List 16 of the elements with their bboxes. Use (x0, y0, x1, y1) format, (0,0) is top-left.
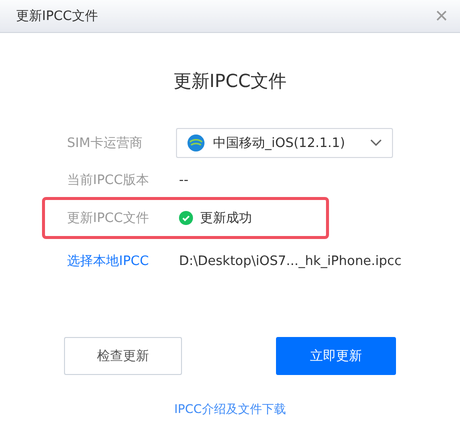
field-label: 更新IPCC文件 (67, 210, 150, 227)
status-text: 更新成功 (200, 210, 252, 227)
carrier-logo-icon (187, 134, 205, 152)
dialog-heading: 更新IPCC文件 (172, 70, 288, 93)
field-label: 当前IPCC版本 (67, 172, 150, 189)
choose-file-link[interactable]: 选择本地IPCC (67, 252, 179, 270)
window-title: 更新IPCC文件 (16, 8, 98, 25)
download-link[interactable]: IPCC介绍及文件下载 (174, 401, 286, 418)
carrier-select[interactable]: 中国移动_iOS(12.1.1) (176, 128, 393, 158)
update-now-button[interactable]: 立即更新 (276, 337, 396, 375)
field-label: SIM卡运营商 (67, 135, 144, 152)
chevron-down-icon (370, 139, 382, 147)
version-value: -- (179, 172, 188, 188)
file-path: D:\Desktop\iOS7..._hk_iPhone.ipcc (179, 254, 402, 268)
check-update-button[interactable]: 检查更新 (64, 337, 182, 375)
close-button[interactable]: × (435, 5, 448, 27)
